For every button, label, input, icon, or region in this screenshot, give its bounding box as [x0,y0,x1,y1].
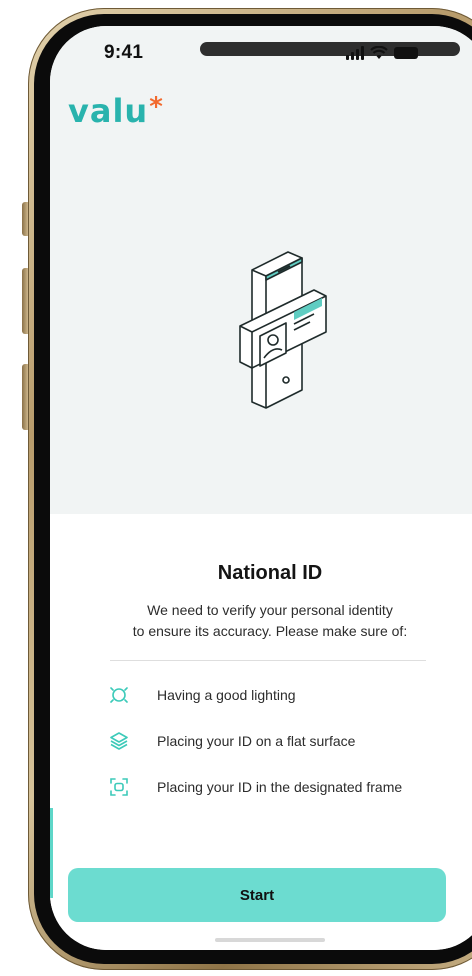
status-time: 9:41 [104,42,144,63]
phone-volume-down-button [22,364,28,430]
list-item: Having a good lighting [108,686,468,732]
card-description: We need to verify your personal identity… [90,600,450,642]
logo-text: valu [68,92,149,130]
header-area: 9:41 valu* [50,26,472,514]
signal-icon [346,46,364,60]
description-line-2: to ensure its accuracy. Please make sure… [132,623,408,639]
divider [110,660,426,661]
home-indicator [215,938,325,942]
app-screen: 9:41 valu* National ID We need to verify… [50,26,472,950]
lighting-icon [110,687,128,703]
status-bar: 9:41 [50,40,472,70]
status-icons [346,46,418,60]
phone-id-card-icon [239,251,327,409]
list-item: Placing your ID on a flat surface [108,732,468,778]
logo-asterisk: * [149,92,164,122]
list-item: Placing your ID in the designated frame [108,778,468,824]
description-line-1: We need to verify your personal identity [147,602,393,618]
battery-icon [394,47,418,59]
page-title: National ID [217,562,323,584]
tips-list: Having a good lighting Placing your ID o… [108,686,468,824]
layers-icon [110,732,128,750]
tip-label: Placing your ID on a flat surface [157,733,356,749]
tip-label: Placing your ID in the designated frame [157,779,403,795]
device-mockup: 9:41 valu* National ID We need to verify… [0,0,472,976]
phone-volume-up-button [22,268,28,334]
tip-label: Having a good lighting [157,687,296,703]
brand-logo: valu* [68,92,164,130]
accent-edge-left [50,808,53,898]
start-button[interactable]: Start [68,868,446,922]
wifi-icon [370,46,388,59]
frame-icon [110,778,128,796]
phone-side-button [22,202,28,236]
